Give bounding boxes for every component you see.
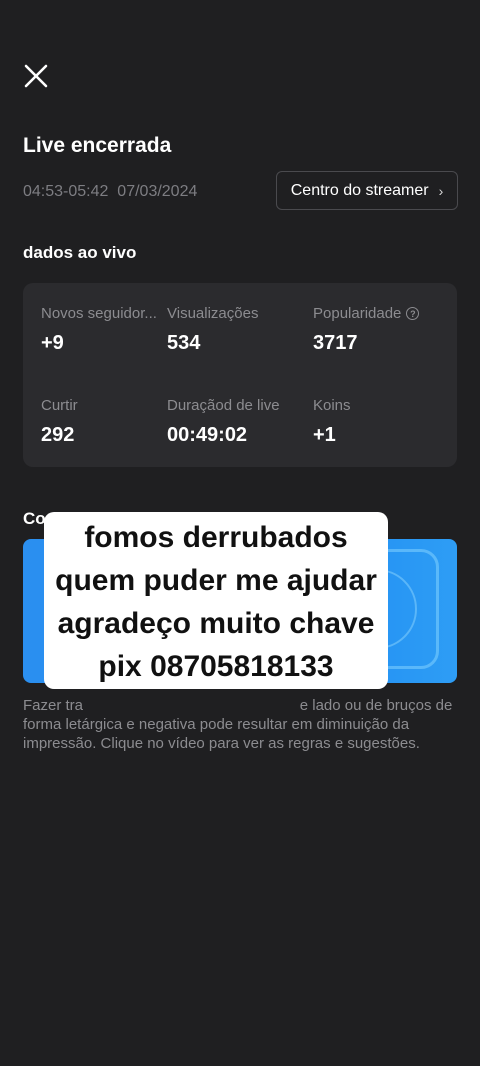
stat-label: Duraçãod de live — [167, 397, 280, 414]
live-summary-screen: Live encerrada 04:53-05:42 07/03/2024 Ce… — [0, 0, 480, 1066]
stat-value: 534 — [167, 332, 201, 354]
stat-new-followers: Novos seguidor... +9 — [41, 305, 165, 355]
overlay-caption: fomos derrubados quem puder me ajudar ag… — [44, 512, 388, 689]
stat-value: +9 — [41, 332, 64, 354]
stat-label: Novos seguidor... — [41, 305, 157, 322]
tips-description: Fazer tra e lado ou de bruços de forma l… — [23, 697, 457, 752]
live-stats-card: Novos seguidor... +9 Visualizações 534 P… — [23, 283, 457, 467]
stat-value: 00:49:02 — [167, 424, 248, 446]
caption-line: quem puder me ajudar — [55, 563, 377, 597]
help-icon[interactable]: ? — [406, 307, 420, 320]
live-data-title: dados ao vivo — [23, 243, 137, 262]
stat-label: Visualizações — [167, 305, 259, 322]
live-time-range: 04:53-05:42 07/03/2024 — [23, 183, 198, 200]
close-button[interactable] — [20, 60, 52, 92]
stat-views: Visualizações 534 — [167, 305, 307, 355]
stat-label: Popularidade ? — [313, 305, 453, 322]
stat-popularity: Popularidade ? 3717 — [313, 305, 453, 355]
page-title: Live encerrada — [23, 134, 172, 157]
stat-value: 3717 — [313, 332, 358, 354]
stat-koins: Koins +1 — [313, 397, 453, 447]
caption-line: agradeço muito chave — [57, 606, 375, 640]
stat-value: +1 — [313, 424, 336, 446]
stat-label: Curtir — [41, 397, 78, 414]
streamer-center-label: Centro do streamer — [290, 181, 429, 199]
caption-line: fomos derrubados — [84, 520, 348, 554]
stat-value: 292 — [41, 424, 75, 446]
stat-label: Koins — [313, 397, 351, 414]
caption-line: pix 08705818133 — [98, 649, 334, 683]
chevron-right-icon: › — [438, 182, 444, 199]
stat-likes: Curtir 292 — [41, 397, 165, 447]
stat-duration: Duraçãod de live 00:49:02 — [167, 397, 307, 447]
close-icon — [24, 64, 48, 88]
streamer-center-button[interactable]: Centro do streamer › — [276, 171, 458, 210]
